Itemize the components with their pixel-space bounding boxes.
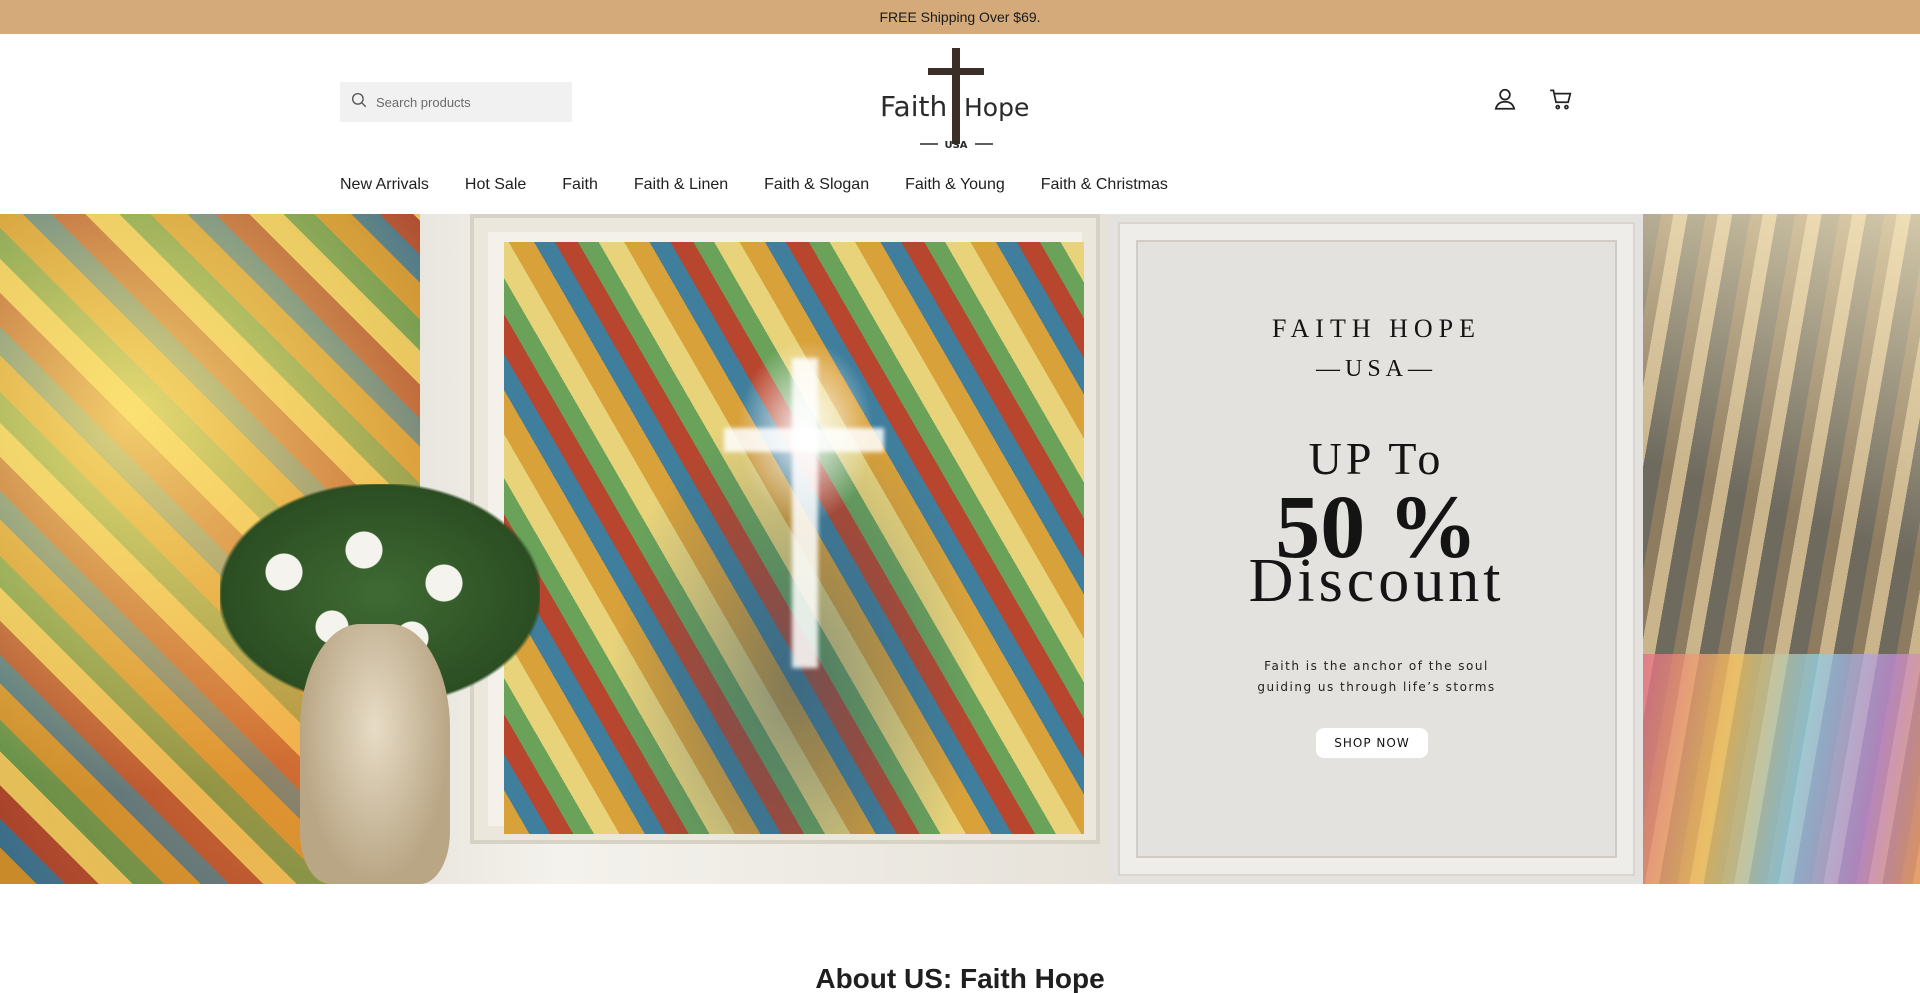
nav-item-faith[interactable]: Faith (562, 176, 598, 194)
promo-tagline-line1: Faith is the anchor of the soul (1264, 659, 1489, 673)
search-box[interactable] (340, 82, 572, 122)
hero-banner[interactable]: FAITH HOPE —USA— UP To 50 % Discount Fai… (0, 214, 1920, 884)
cart-icon[interactable] (1546, 84, 1576, 114)
announcement-bar: FREE Shipping Over $69. (0, 0, 1920, 34)
header-actions (1490, 84, 1576, 114)
site-header: Faith Hope USA New Arrivals Hot Sale Fai… (0, 34, 1920, 214)
shop-now-button[interactable]: SHOP NOW (1316, 728, 1428, 758)
search-icon (350, 91, 368, 114)
hero-image-left (0, 214, 1110, 884)
promo-tagline: Faith is the anchor of the soul guiding … (1110, 656, 1643, 698)
logo-word-faith: Faith (880, 90, 947, 123)
light-cross-vertical (792, 358, 818, 668)
logo-cross-vertical (952, 48, 960, 144)
light-cross-horizontal (724, 428, 884, 452)
logo-cross-horizontal (928, 68, 984, 75)
search-input[interactable] (376, 94, 556, 110)
nav-item-hot-sale[interactable]: Hot Sale (465, 176, 526, 194)
nav-item-faith-christmas[interactable]: Faith & Christmas (1041, 176, 1168, 194)
promo-discount: Discount (1248, 547, 1505, 615)
logo-word-hope: Hope (964, 93, 1029, 122)
nav-item-faith-slogan[interactable]: Faith & Slogan (764, 176, 869, 194)
rainbow-floor-light (1643, 654, 1920, 884)
promo-brand: FAITH HOPE (1271, 314, 1482, 343)
announcement-text: FREE Shipping Over $69. (879, 9, 1041, 25)
nav-item-faith-linen[interactable]: Faith & Linen (634, 176, 728, 194)
hero-image-right (1643, 214, 1920, 884)
nav-item-new-arrivals[interactable]: New Arrivals (340, 176, 429, 194)
account-icon[interactable] (1490, 84, 1520, 114)
promo-tagline-line2: guiding us through life’s storms (1257, 680, 1496, 694)
about-heading: About US: Faith Hope (815, 963, 1105, 993)
logo-tagline: USA (944, 140, 967, 151)
stained-glass-frame (470, 214, 1100, 844)
site-logo[interactable]: Faith Hope USA (880, 46, 1032, 156)
nav-item-faith-young[interactable]: Faith & Young (905, 176, 1005, 194)
stone-vase (300, 624, 450, 884)
promo-brand-sub: —USA— (1315, 356, 1437, 382)
main-navigation: New Arrivals Hot Sale Faith Faith & Line… (340, 176, 1168, 194)
promo-panel: FAITH HOPE —USA— UP To 50 % Discount Fai… (1110, 214, 1643, 884)
